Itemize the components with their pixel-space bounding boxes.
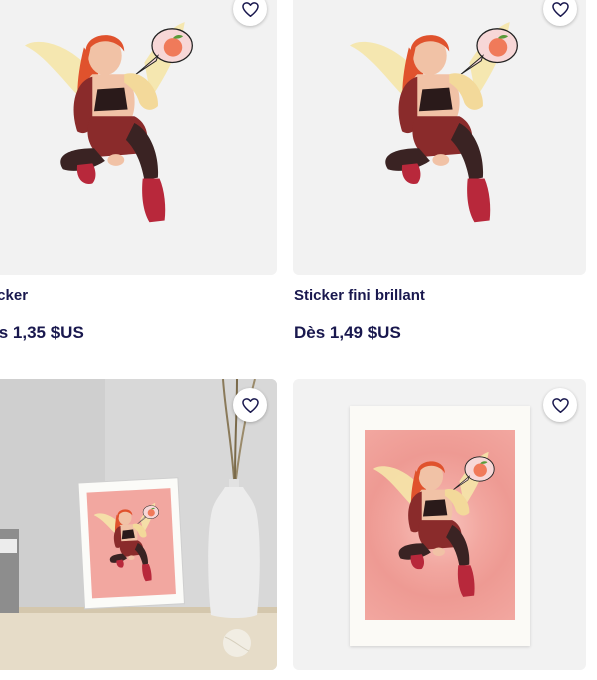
product-image-art-board[interactable] [0,379,277,670]
fairy-sticker-illustration [350,21,519,223]
fairy-sticker-illustration [25,21,194,223]
product-image-sticker[interactable] [0,0,277,275]
heart-outline-icon [551,0,570,19]
product-image-sticker-glossy[interactable] [293,0,586,275]
heart-outline-icon [241,396,260,415]
heart-outline-icon [241,0,260,19]
product-title[interactable]: Sticker fini brillant [294,287,425,304]
art-print-paper [350,406,530,646]
room-scene-illustration [0,379,277,670]
product-price: Dès 1,49 $US [294,323,401,342]
heart-outline-icon [551,396,570,415]
favorite-button[interactable] [543,388,577,422]
favorite-button[interactable] [233,388,267,422]
product-price: Dès 1,35 $US [0,323,84,342]
fairy-illustration [373,451,495,598]
product-image-art-print[interactable] [293,379,586,670]
art-print-artwork [365,430,515,620]
product-title[interactable]: Sticker [0,287,28,304]
